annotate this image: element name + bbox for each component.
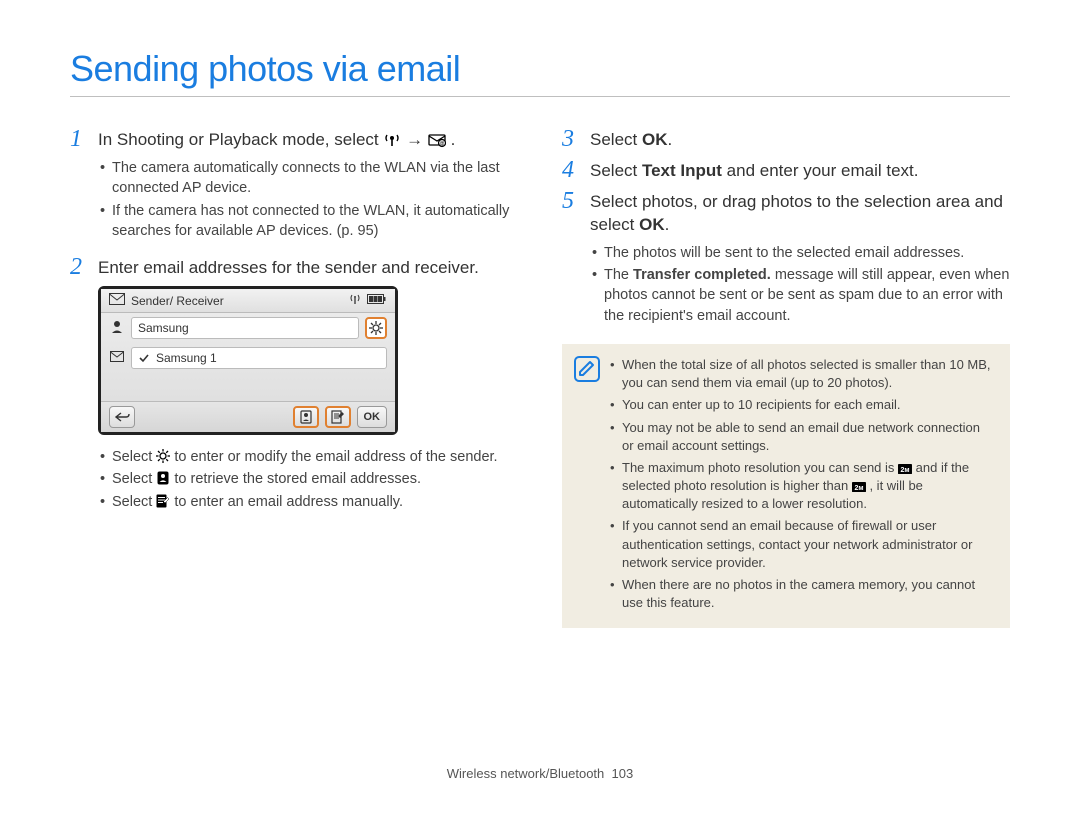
lcd-sender-field[interactable]: Samsung (131, 317, 359, 339)
step-number: 1 (70, 127, 86, 151)
bullet-item: Select to enter or modify the email addr… (100, 447, 518, 467)
step-1-bullets: The camera automatically connects to the… (100, 158, 518, 241)
lcd-sender-row: Samsung (101, 313, 395, 343)
text-fragment: Select (590, 130, 642, 149)
step-1: 1 In Shooting or Playback mode, select →… (70, 127, 518, 152)
text-fragment: Select (112, 449, 156, 465)
text-fragment: Select (590, 161, 642, 180)
lcd-header-label: Sender/ Receiver (131, 294, 224, 308)
step-number: 4 (562, 158, 578, 182)
step-text: Select Text Input and enter your email t… (590, 158, 918, 183)
check-icon (138, 352, 150, 364)
page-title: Sending photos via email (70, 48, 1010, 90)
lcd-back-button[interactable] (109, 406, 135, 428)
footer-page-number: 103 (612, 766, 634, 781)
bold-text: OK (639, 215, 665, 234)
resolution-2m-icon: 2ᴍ (852, 479, 866, 492)
text-fragment: In Shooting or Playback mode, select (98, 130, 383, 149)
columns: 1 In Shooting or Playback mode, select →… (70, 127, 1010, 628)
mail-small-icon (109, 351, 125, 365)
step-text: Enter email addresses for the sender and… (98, 255, 479, 280)
bold-text: Transfer completed. (633, 267, 771, 283)
text-fragment: . (451, 130, 456, 149)
ok-label: OK (364, 411, 381, 423)
note-item: If you cannot send an email because of f… (610, 517, 994, 572)
note-item: You can enter up to 10 recipients for ea… (610, 396, 994, 414)
lcd-ok-button[interactable]: OK (357, 406, 388, 428)
bold-text: Text Input (642, 161, 722, 180)
step-number: 2 (70, 255, 86, 279)
bullet-item: The Transfer completed. message will sti… (592, 265, 1010, 326)
lcd-field-value: Samsung (138, 321, 189, 335)
note-item: You may not be able to send an email due… (610, 419, 994, 455)
note-icon (574, 356, 600, 382)
step-number: 5 (562, 189, 578, 213)
step-5-bullets: The photos will be sent to the selected … (592, 243, 1010, 326)
footer-section: Wireless network/Bluetooth (447, 766, 605, 781)
lcd-compose-button[interactable] (325, 406, 351, 428)
step-3: 3 Select OK. (562, 127, 1010, 152)
lcd-header: Sender/ Receiver (101, 289, 395, 313)
lcd-field-value: Samsung 1 (156, 351, 217, 365)
step-text: Select photos, or drag photos to the sel… (590, 189, 1010, 237)
note-list: When the total size of all photos select… (610, 356, 994, 616)
text-fragment: to enter or modify the email address of … (174, 449, 497, 465)
page-footer: Wireless network/Bluetooth 103 (0, 766, 1080, 781)
text-fragment: to enter an email address manually. (174, 494, 403, 510)
text-fragment: → (406, 130, 428, 149)
lcd-gear-button[interactable] (365, 317, 387, 339)
gear-icon (156, 449, 170, 462)
bullet-item: If the camera has not connected to the W… (100, 201, 518, 242)
step-4: 4 Select Text Input and enter your email… (562, 158, 1010, 183)
text-fragment: and enter your email text. (722, 161, 919, 180)
note-item: When the total size of all photos select… (610, 356, 994, 392)
right-column: 3 Select OK. 4 Select Text Input and ent… (562, 127, 1010, 628)
lcd-footer: OK (101, 401, 395, 432)
text-fragment: Select (112, 494, 156, 510)
below-lcd-bullets: Select to enter or modify the email addr… (100, 447, 518, 512)
step-text: In Shooting or Playback mode, select → @… (98, 127, 455, 152)
bullet-item: Select to enter an email address manuall… (100, 492, 518, 512)
text-fragment: . (667, 130, 672, 149)
bullet-item: Select to retrieve the stored email addr… (100, 469, 518, 489)
mail-icon (109, 293, 125, 308)
svg-text:2ᴍ: 2ᴍ (900, 467, 909, 474)
bold-text: OK (642, 130, 668, 149)
text-fragment: to retrieve the stored email addresses. (174, 471, 421, 487)
signal-icon (349, 293, 361, 308)
note-item: When there are no photos in the camera m… (610, 576, 994, 612)
battery-icon (367, 293, 387, 308)
step-number: 3 (562, 127, 578, 151)
compose-icon (156, 494, 170, 507)
step-5: 5 Select photos, or drag photos to the s… (562, 189, 1010, 237)
manual-page: Sending photos via email 1 In Shooting o… (0, 0, 1080, 628)
addressbook-icon (156, 471, 170, 484)
note-box: When the total size of all photos select… (562, 344, 1010, 628)
lcd-addressbook-button[interactable] (293, 406, 319, 428)
lcd-receiver-row: Samsung 1 (101, 343, 395, 373)
resolution-2m-icon: 2ᴍ (898, 461, 912, 474)
lcd-receiver-field[interactable]: Samsung 1 (131, 347, 387, 369)
text-fragment: The (604, 267, 633, 283)
text-fragment: The maximum photo resolution you can sen… (622, 460, 898, 475)
svg-text:@: @ (439, 141, 444, 147)
left-column: 1 In Shooting or Playback mode, select →… (70, 127, 518, 628)
svg-text:2ᴍ: 2ᴍ (854, 485, 863, 492)
text-fragment: Select (112, 471, 156, 487)
note-item: The maximum photo resolution you can sen… (610, 459, 994, 514)
step-text: Select OK. (590, 127, 672, 152)
text-fragment: . (665, 215, 670, 234)
title-rule (70, 96, 1010, 97)
step-2: 2 Enter email addresses for the sender a… (70, 255, 518, 280)
bullet-item: The photos will be sent to the selected … (592, 243, 1010, 263)
camera-lcd-screenshot: Sender/ Receiver Samsung (98, 286, 398, 435)
bullet-item: The camera automatically connects to the… (100, 158, 518, 199)
antenna-icon (383, 132, 401, 148)
person-icon (109, 320, 125, 337)
email-icon: @ (428, 132, 446, 148)
